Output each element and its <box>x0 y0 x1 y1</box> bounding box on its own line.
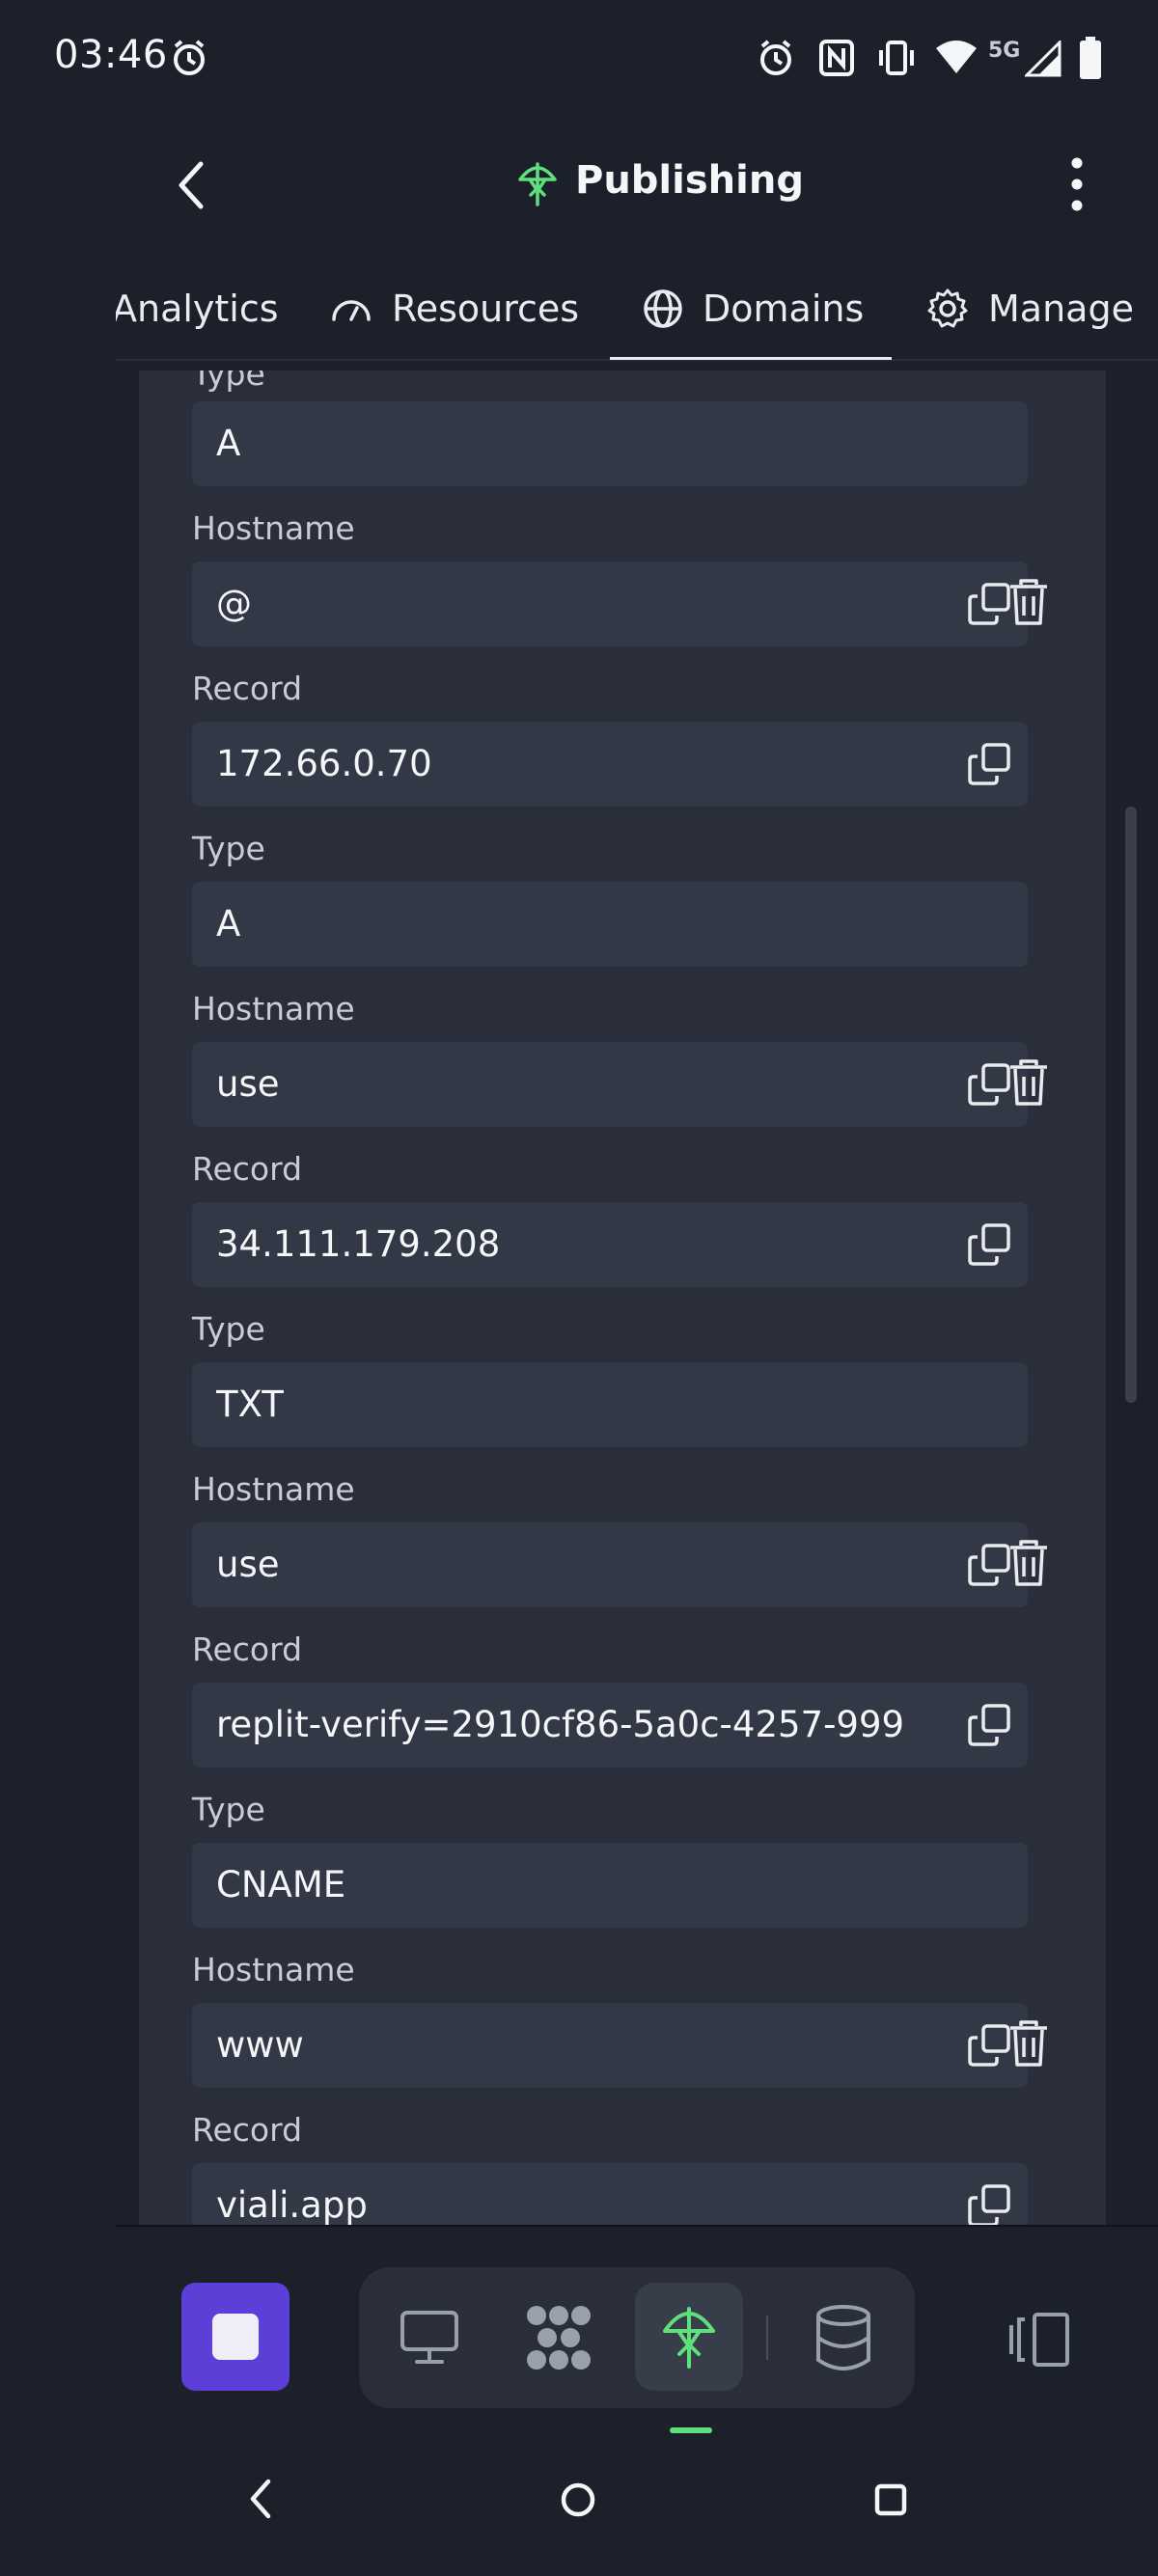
more-options-icon[interactable] <box>1060 156 1094 212</box>
publishing-icon <box>518 162 557 206</box>
nav-home-icon[interactable] <box>560 2481 596 2518</box>
type-field: A <box>192 882 1028 967</box>
hostname-field[interactable]: use <box>192 1522 1028 1607</box>
nav-recents-icon[interactable] <box>874 2483 907 2516</box>
record-value: replit-verify=2910cf86-5a0c-4257-999 <box>216 1704 905 1745</box>
tab-manage[interactable]: Manage <box>926 253 1134 365</box>
tab-bar: Analytics Resources Domains Manage <box>116 253 1158 369</box>
hostname-value: @ <box>216 583 252 624</box>
record-label: Record <box>192 670 303 707</box>
back-chevron-icon[interactable] <box>174 160 208 210</box>
hostname-value: use <box>216 1544 280 1585</box>
nfc-icon <box>819 40 854 76</box>
record-label: Record <box>192 1150 303 1188</box>
type-field: A <box>192 401 1028 486</box>
gauge-icon <box>332 300 371 321</box>
type-label: Type <box>192 1310 265 1348</box>
record-field[interactable]: viali.app <box>192 2163 1028 2225</box>
tab-label: Domains <box>703 288 865 330</box>
copy-icon[interactable] <box>968 2024 1010 2067</box>
tool-divider <box>766 2316 768 2360</box>
active-tab-indicator <box>610 357 892 360</box>
vibrate-icon <box>879 41 914 75</box>
monitor-icon[interactable] <box>400 2310 459 2366</box>
hostname-field[interactable]: use <box>192 1042 1028 1127</box>
stop-icon <box>212 2314 259 2360</box>
trash-icon[interactable] <box>1007 579 1050 627</box>
copy-icon[interactable] <box>968 743 1010 785</box>
globe-icon <box>644 289 682 328</box>
record-value: 34.111.179.208 <box>216 1223 501 1265</box>
alarm-icon <box>760 40 791 75</box>
tab-label: Manage <box>988 288 1134 330</box>
tab-domains[interactable]: Domains <box>643 253 864 365</box>
type-label: Type <box>192 830 265 867</box>
wifi-icon <box>936 41 977 73</box>
page-title: Publishing <box>575 158 804 203</box>
hostname-label: Hostname <box>192 990 355 1028</box>
alarm-icon <box>174 40 205 75</box>
record-label: Record <box>192 1631 303 1668</box>
packages-icon[interactable] <box>525 2304 593 2371</box>
signal-icon <box>1025 41 1062 77</box>
copy-icon[interactable] <box>968 583 1010 625</box>
system-nav-bar <box>0 2439 1158 2576</box>
tab-resources[interactable]: Resources <box>330 253 579 365</box>
record-field[interactable]: replit-verify=2910cf86-5a0c-4257-999 <box>192 1683 1028 1768</box>
type-label: Type <box>192 370 265 393</box>
copy-icon[interactable] <box>968 1544 1010 1586</box>
trash-icon[interactable] <box>1007 1059 1050 1108</box>
copy-icon[interactable] <box>968 1223 1010 1266</box>
type-field: TXT <box>192 1362 1028 1447</box>
tab-label: Resources <box>392 288 580 330</box>
battery-icon <box>1080 37 1101 79</box>
type-field: CNAME <box>192 1843 1028 1928</box>
hostname-label: Hostname <box>192 1951 355 1988</box>
copy-icon[interactable] <box>968 1063 1010 1106</box>
tab-analytics[interactable]: Analytics <box>116 253 279 365</box>
stop-button[interactable] <box>181 2283 290 2391</box>
publishing-icon[interactable] <box>662 2306 716 2370</box>
hostname-label: Hostname <box>192 1470 355 1508</box>
hostname-field[interactable]: www <box>192 2003 1028 2088</box>
type-value: TXT <box>216 1384 284 1425</box>
trash-icon[interactable] <box>1007 2020 1050 2069</box>
hostname-label: Hostname <box>192 509 355 547</box>
hostname-value: use <box>216 1063 280 1105</box>
type-value: CNAME <box>216 1864 346 1905</box>
database-icon[interactable] <box>814 2304 872 2371</box>
copy-icon[interactable] <box>968 2184 1010 2225</box>
status-time: 03:46 <box>54 33 168 77</box>
record-field[interactable]: 172.66.0.70 <box>192 722 1028 807</box>
record-field[interactable]: 34.111.179.208 <box>192 1202 1028 1287</box>
trash-icon[interactable] <box>1007 1540 1050 1588</box>
tab-label: Analytics <box>116 288 279 330</box>
type-label: Type <box>192 1791 265 1828</box>
scrollbar-thumb[interactable] <box>1125 807 1137 1403</box>
active-tool-indicator <box>670 2427 712 2433</box>
hostname-field[interactable]: @ <box>192 562 1028 646</box>
network-type: 5G <box>988 39 1021 63</box>
copy-icon[interactable] <box>968 1704 1010 1746</box>
split-view-icon[interactable] <box>1006 2312 1073 2368</box>
hostname-value: www <box>216 2024 304 2066</box>
nav-back-icon[interactable] <box>247 2478 274 2520</box>
type-value: A <box>216 423 241 464</box>
status-bar: 03:46 5G <box>0 0 1158 116</box>
record-label: Record <box>192 2111 303 2149</box>
record-value: viali.app <box>216 2184 368 2225</box>
type-value: A <box>216 903 241 945</box>
record-value: 172.66.0.70 <box>216 743 432 784</box>
dns-records-panel: Type A Hostname @ Record 172.66.0.70 Typ… <box>139 370 1106 2225</box>
gear-icon <box>927 288 968 328</box>
